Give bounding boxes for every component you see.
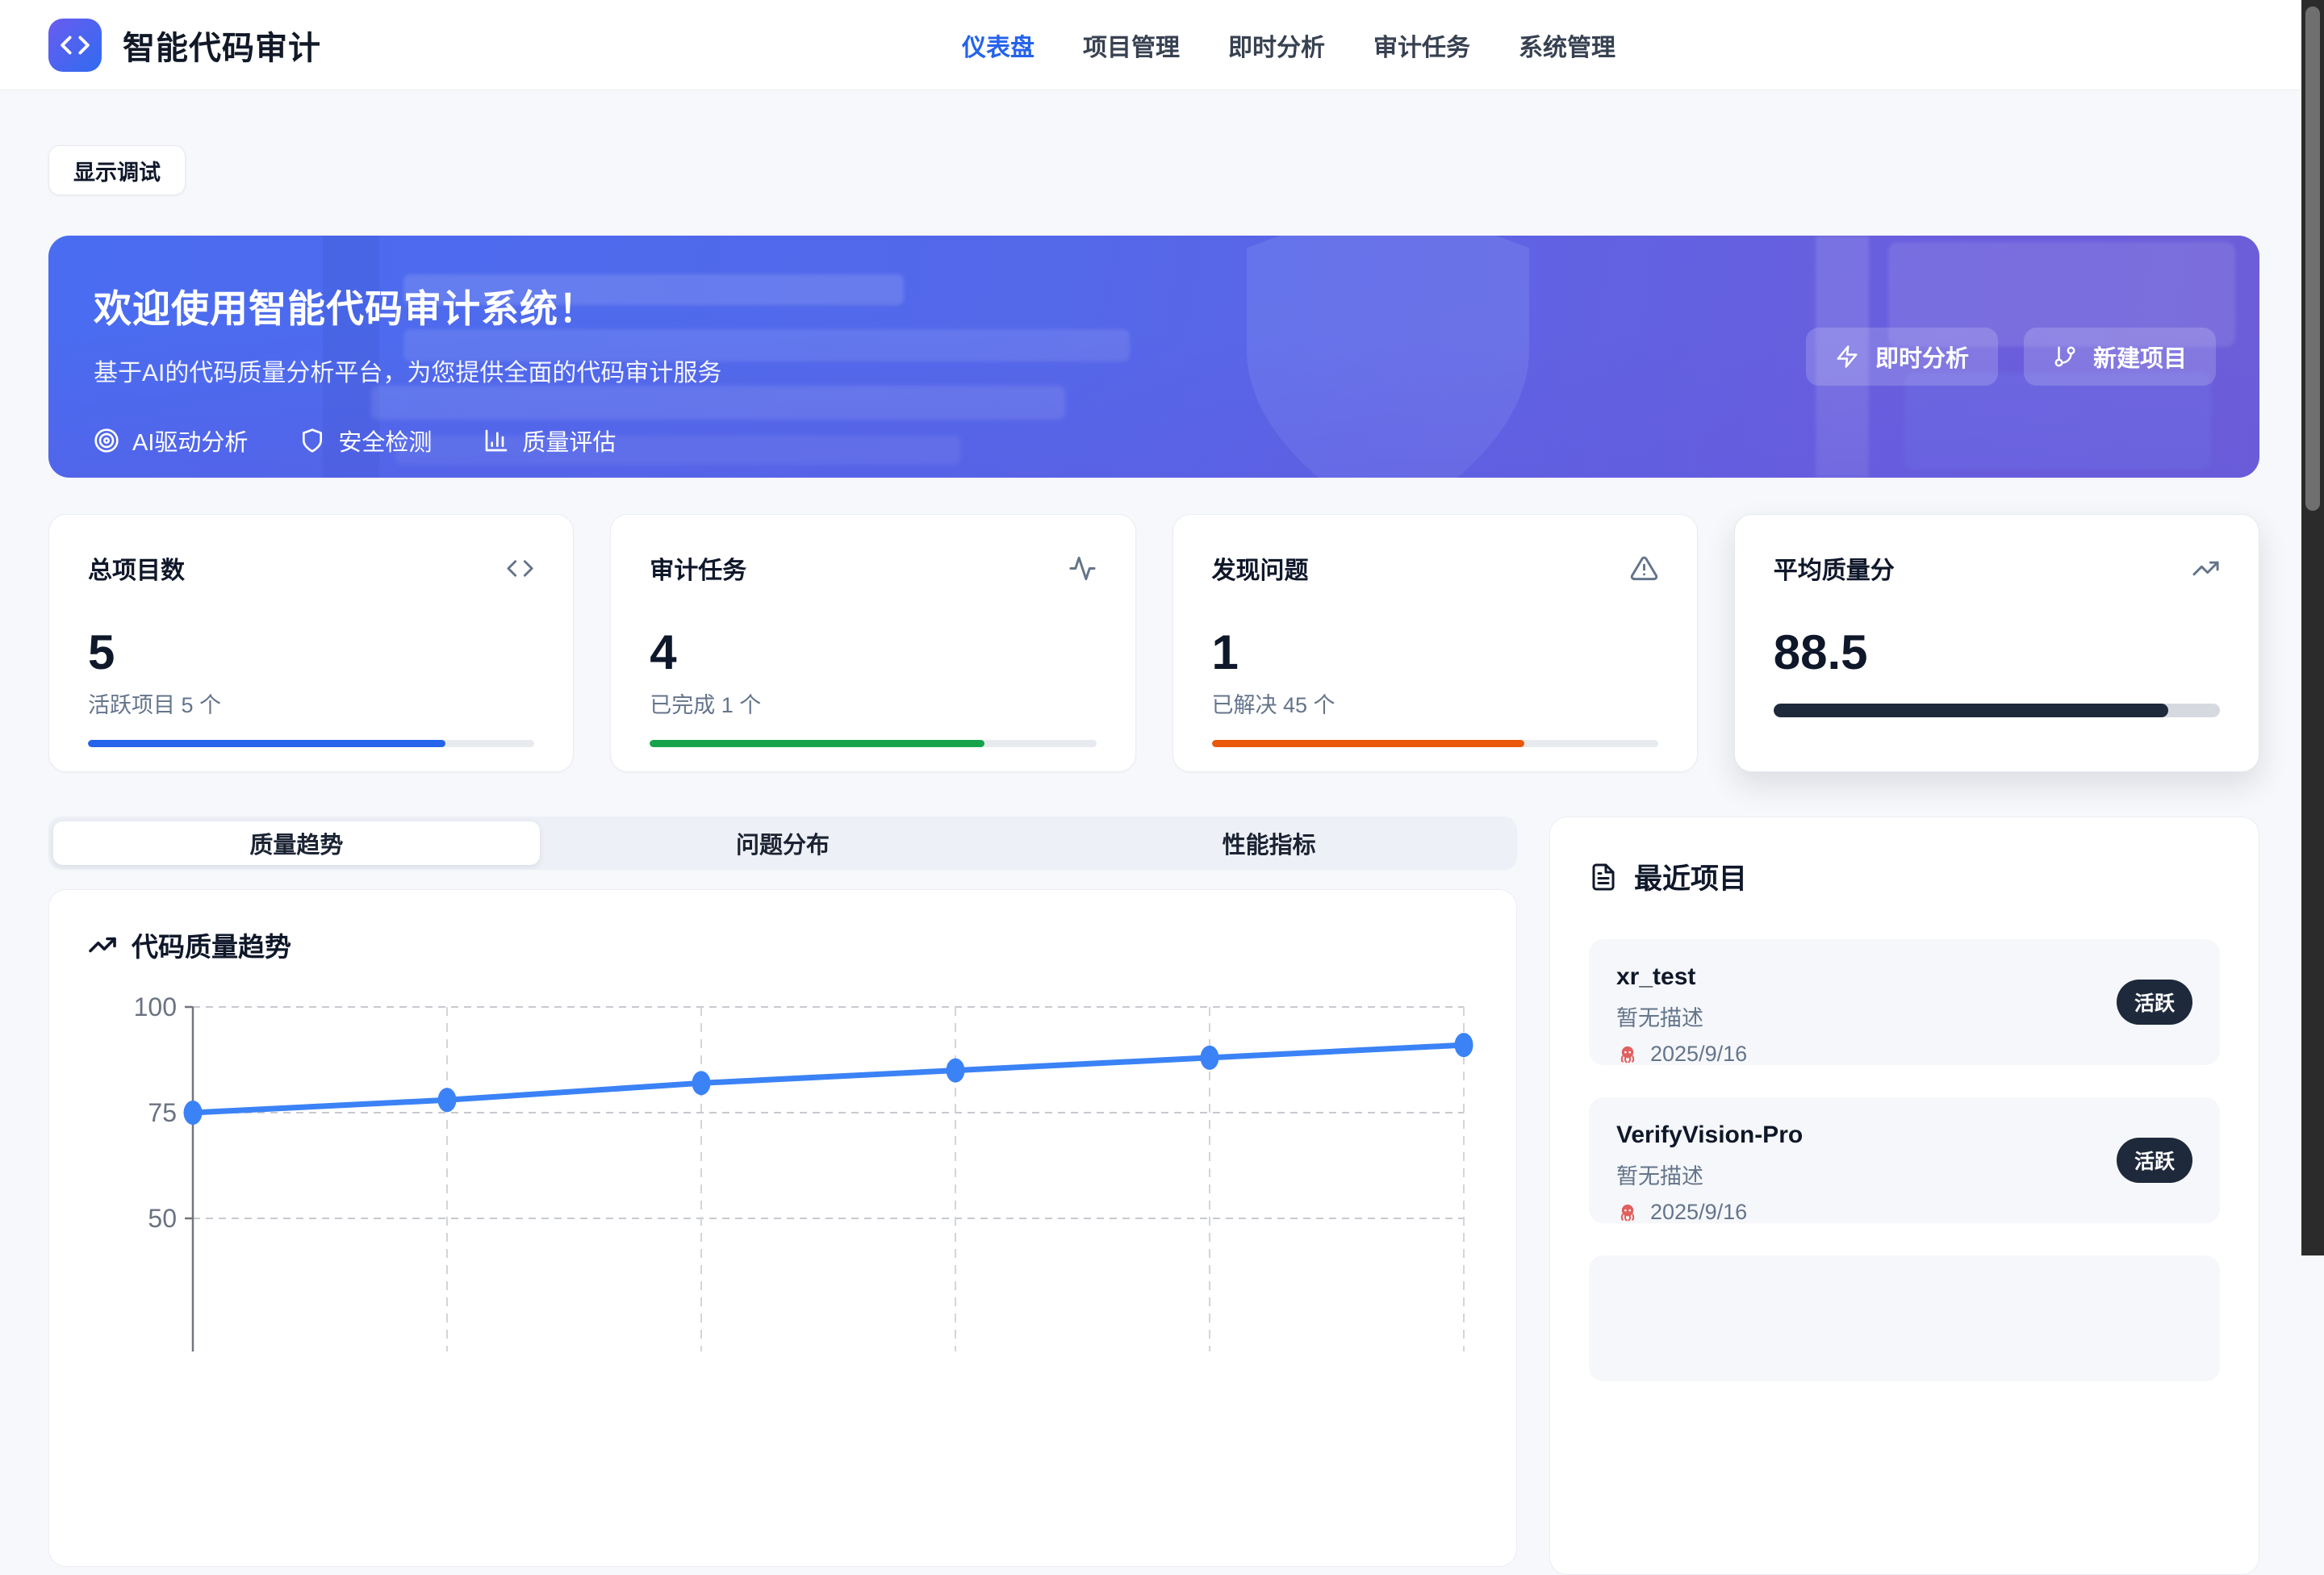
file-text-icon bbox=[1589, 863, 1618, 892]
project-meta: 2025/9/16 bbox=[1616, 1200, 2192, 1225]
progress-track bbox=[650, 740, 1096, 747]
project-list-item-partial[interactable] bbox=[1589, 1255, 2220, 1381]
stat-subtitle: 活跃项目 5 个 bbox=[88, 687, 534, 719]
app-logo bbox=[48, 19, 102, 72]
page-scrollbar-thumb[interactable] bbox=[2305, 6, 2320, 511]
main-menu: 仪表盘 项目管理 即时分析 审计任务 系统管理 bbox=[962, 0, 1616, 90]
nav-item-instant-analysis[interactable]: 即时分析 bbox=[1228, 27, 1325, 63]
top-navigation-bar: 智能代码审计 仪表盘 项目管理 即时分析 审计任务 系统管理 bbox=[0, 0, 2324, 90]
project-description: 暂无描述 bbox=[1616, 1159, 2192, 1190]
nav-item-system-admin[interactable]: 系统管理 bbox=[1519, 27, 1616, 63]
zap-icon bbox=[1835, 345, 1859, 369]
banner-actions: 即时分析 新建项目 bbox=[1806, 328, 2216, 386]
stat-title: 平均质量分 bbox=[1774, 550, 1895, 586]
new-project-button[interactable]: 新建项目 bbox=[2024, 328, 2216, 386]
status-badge: 活跃 bbox=[2117, 1138, 2192, 1183]
nav-item-audit-tasks[interactable]: 审计任务 bbox=[1373, 27, 1470, 63]
octopus-icon bbox=[1616, 1043, 1639, 1066]
chart-tabs: 质量趋势 问题分布 性能指标 bbox=[48, 817, 1517, 870]
nav-item-projects[interactable]: 项目管理 bbox=[1083, 27, 1180, 63]
svg-text:50: 50 bbox=[148, 1204, 177, 1233]
progress-fill bbox=[1774, 704, 2169, 717]
feature-label: 质量评估 bbox=[522, 424, 616, 457]
stat-value: 4 bbox=[650, 626, 1096, 679]
stat-card-average-quality-score: 平均质量分 88.5 bbox=[1734, 514, 2259, 772]
project-date: 2025/9/16 bbox=[1650, 1042, 1747, 1067]
recent-projects-panel: 最近项目 xr_test 暂无描述 2025/9/16 活跃 bbox=[1549, 817, 2259, 1575]
stat-card-issues-found: 发现问题 1 已解决 45 个 bbox=[1172, 514, 1698, 772]
tab-issue-distribution[interactable]: 问题分布 bbox=[540, 821, 1026, 865]
stat-title: 发现问题 bbox=[1212, 550, 1309, 586]
project-date: 2025/9/16 bbox=[1650, 1200, 1747, 1225]
progress-fill bbox=[1212, 740, 1524, 747]
feature-security-check: 安全检测 bbox=[299, 424, 432, 457]
svg-text:75: 75 bbox=[148, 1098, 177, 1127]
git-branch-icon bbox=[2053, 345, 2077, 369]
stat-title: 总项目数 bbox=[88, 550, 185, 586]
quality-trend-chart-card: 代码质量趋势 100 75 50 bbox=[48, 889, 1517, 1567]
feature-label: AI驱动分析 bbox=[132, 424, 248, 457]
page-content: 显示调试 欢迎使用智能代码审计系统！ 基于AI的代码质量分析平台，为您提供全面的… bbox=[0, 90, 2324, 1575]
bar-chart-icon bbox=[483, 428, 509, 453]
target-icon bbox=[94, 428, 119, 453]
tab-quality-trend[interactable]: 质量趋势 bbox=[53, 821, 540, 865]
stat-card-audit-tasks: 审计任务 4 已完成 1 个 bbox=[610, 514, 1135, 772]
stat-value: 1 bbox=[1212, 626, 1658, 679]
project-name: VerifyVision-Pro bbox=[1616, 1122, 2192, 1149]
app-title: 智能代码审计 bbox=[123, 22, 321, 69]
button-label: 新建项目 bbox=[2093, 340, 2187, 374]
feature-quality-evaluation: 质量评估 bbox=[483, 424, 616, 457]
project-description: 暂无描述 bbox=[1616, 1001, 2192, 1032]
progress-track bbox=[88, 740, 534, 747]
nav-item-dashboard[interactable]: 仪表盘 bbox=[962, 27, 1035, 63]
project-name: xr_test bbox=[1616, 963, 2192, 991]
welcome-title: 欢迎使用智能代码审计系统！ bbox=[94, 278, 2259, 333]
project-meta: 2025/9/16 bbox=[1616, 1042, 2192, 1067]
svg-text:100: 100 bbox=[134, 992, 177, 1021]
button-label: 即时分析 bbox=[1875, 340, 1969, 374]
progress-fill bbox=[650, 740, 984, 747]
quality-trend-line-chart: 100 75 50 bbox=[88, 988, 1478, 1360]
stat-title: 审计任务 bbox=[650, 550, 746, 586]
tab-performance-metrics[interactable]: 性能指标 bbox=[1026, 821, 1512, 865]
stat-value: 88.5 bbox=[1774, 626, 2220, 679]
trending-up-icon bbox=[2192, 554, 2220, 583]
stat-subtitle: 已完成 1 个 bbox=[650, 687, 1096, 719]
octopus-icon bbox=[1616, 1201, 1639, 1224]
welcome-banner: 欢迎使用智能代码审计系统！ 基于AI的代码质量分析平台，为您提供全面的代码审计服… bbox=[48, 236, 2259, 478]
project-list-item[interactable]: xr_test 暂无描述 2025/9/16 活跃 bbox=[1589, 939, 2220, 1065]
instant-analysis-button[interactable]: 即时分析 bbox=[1806, 328, 1998, 386]
banner-features: AI驱动分析 安全检测 质量评估 bbox=[94, 424, 2259, 457]
page-scrollbar-track[interactable] bbox=[2301, 0, 2324, 1255]
recent-projects-list: xr_test 暂无描述 2025/9/16 活跃 VerifyVision-P… bbox=[1589, 939, 2220, 1381]
shield-icon bbox=[299, 428, 325, 453]
status-badge: 活跃 bbox=[2117, 980, 2192, 1025]
progress-track bbox=[1774, 704, 2220, 717]
stat-subtitle: 已解决 45 个 bbox=[1212, 687, 1658, 719]
feature-ai-analysis: AI驱动分析 bbox=[94, 424, 248, 457]
code-icon bbox=[60, 30, 90, 61]
feature-label: 安全检测 bbox=[338, 424, 432, 457]
trending-up-icon bbox=[88, 930, 117, 959]
progress-track bbox=[1212, 740, 1658, 747]
recent-projects-title: 最近项目 bbox=[1634, 856, 1747, 897]
activity-icon bbox=[1068, 554, 1097, 583]
stat-card-total-projects: 总项目数 5 活跃项目 5 个 bbox=[48, 514, 574, 772]
code-icon bbox=[506, 554, 534, 583]
recent-projects-header: 最近项目 bbox=[1589, 856, 2220, 897]
stats-row: 总项目数 5 活跃项目 5 个 审计任务 4 已完成 1 个 发现问题 bbox=[48, 514, 2259, 772]
chart-title: 代码质量趋势 bbox=[132, 925, 291, 964]
alert-triangle-icon bbox=[1630, 554, 1658, 583]
show-debug-button[interactable]: 显示调试 bbox=[48, 145, 186, 195]
project-list-item[interactable]: VerifyVision-Pro 暂无描述 2025/9/16 活跃 bbox=[1589, 1097, 2220, 1223]
main-content-row: 质量趋势 问题分布 性能指标 代码质量趋势 100 75 50 最近项目 bbox=[48, 817, 2259, 1575]
charts-column: 质量趋势 问题分布 性能指标 代码质量趋势 100 75 50 bbox=[48, 817, 1517, 1567]
stat-value: 5 bbox=[88, 626, 534, 679]
progress-fill bbox=[88, 740, 445, 747]
